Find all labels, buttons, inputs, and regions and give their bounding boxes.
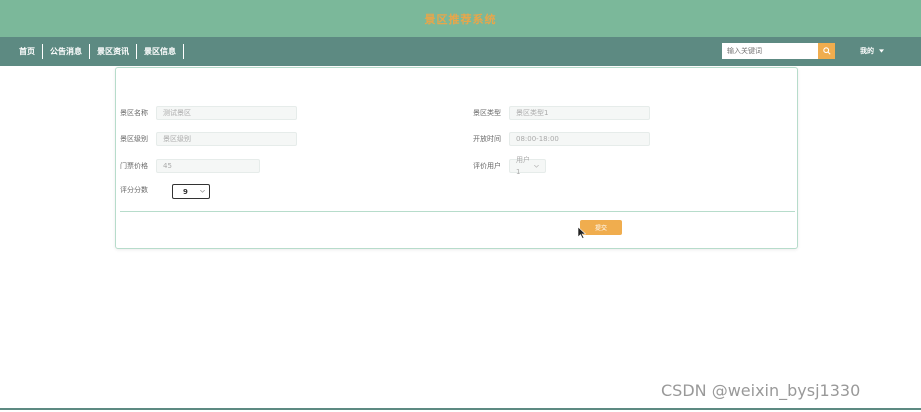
- nav-item-scenic-info[interactable]: 景区信息: [137, 44, 184, 59]
- field-label: 景区名称: [120, 109, 148, 117]
- open-time-field: 08:00-18:00: [509, 132, 650, 146]
- user-select-value: 用户1: [516, 156, 530, 176]
- top-header: 景区推荐系统: [0, 0, 921, 37]
- search-input[interactable]: [722, 43, 818, 59]
- form-row-level: 景区级别 景区级别: [120, 132, 297, 146]
- level-field: 景区级别: [156, 132, 297, 146]
- site-title: 景区推荐系统: [424, 12, 497, 26]
- search-button[interactable]: [818, 43, 835, 59]
- form-divider: [120, 211, 795, 212]
- field-label: 评分分数: [120, 186, 148, 194]
- field-label: 评价用户: [473, 162, 501, 170]
- form-row-name: 景区名称 测试景区: [120, 106, 297, 120]
- search-icon: [822, 47, 831, 55]
- mouse-cursor-icon: [578, 227, 586, 239]
- field-label: 门票价格: [120, 162, 148, 170]
- nav-item-home[interactable]: 首页: [12, 44, 43, 59]
- caret-down-icon: [879, 49, 884, 53]
- form-row-open-time: 开放时间 08:00-18:00: [473, 132, 650, 146]
- user-select[interactable]: 用户1: [509, 156, 546, 176]
- form-row-price: 门票价格 45: [120, 159, 260, 173]
- chevron-down-icon: [534, 164, 539, 168]
- chevron-down-icon: [200, 190, 205, 193]
- watermark: CSDN @weixin_bysj1330: [661, 381, 861, 400]
- score-select-value: 9: [183, 187, 188, 196]
- form-row-user: 评价用户 用户1: [473, 156, 546, 176]
- submit-button[interactable]: 提交: [580, 220, 622, 235]
- nav-items: 首页 公告消息 景区资讯 景区信息: [12, 37, 184, 66]
- type-field: 景区类型1: [509, 106, 650, 120]
- bottom-border: [0, 408, 921, 410]
- field-label: 开放时间: [473, 135, 501, 143]
- name-field: 测试景区: [156, 106, 297, 120]
- search-bar: [722, 43, 835, 59]
- price-field: 45: [156, 159, 260, 173]
- user-menu-label: 我的: [860, 47, 874, 55]
- form-row-type: 景区类型 景区类型1: [473, 106, 650, 120]
- form-row-score: 评分分数: [120, 185, 156, 195]
- nav-item-news[interactable]: 景区资讯: [90, 44, 137, 59]
- field-label: 景区级别: [120, 135, 148, 143]
- nav-item-notices[interactable]: 公告消息: [43, 44, 90, 59]
- score-select[interactable]: 9: [172, 184, 210, 199]
- field-label: 景区类型: [473, 109, 501, 117]
- form-card: 景区名称 测试景区 景区类型 景区类型1 景区级别 景区级别 开放时间 08:0…: [115, 67, 798, 249]
- user-menu[interactable]: 我的: [860, 46, 884, 56]
